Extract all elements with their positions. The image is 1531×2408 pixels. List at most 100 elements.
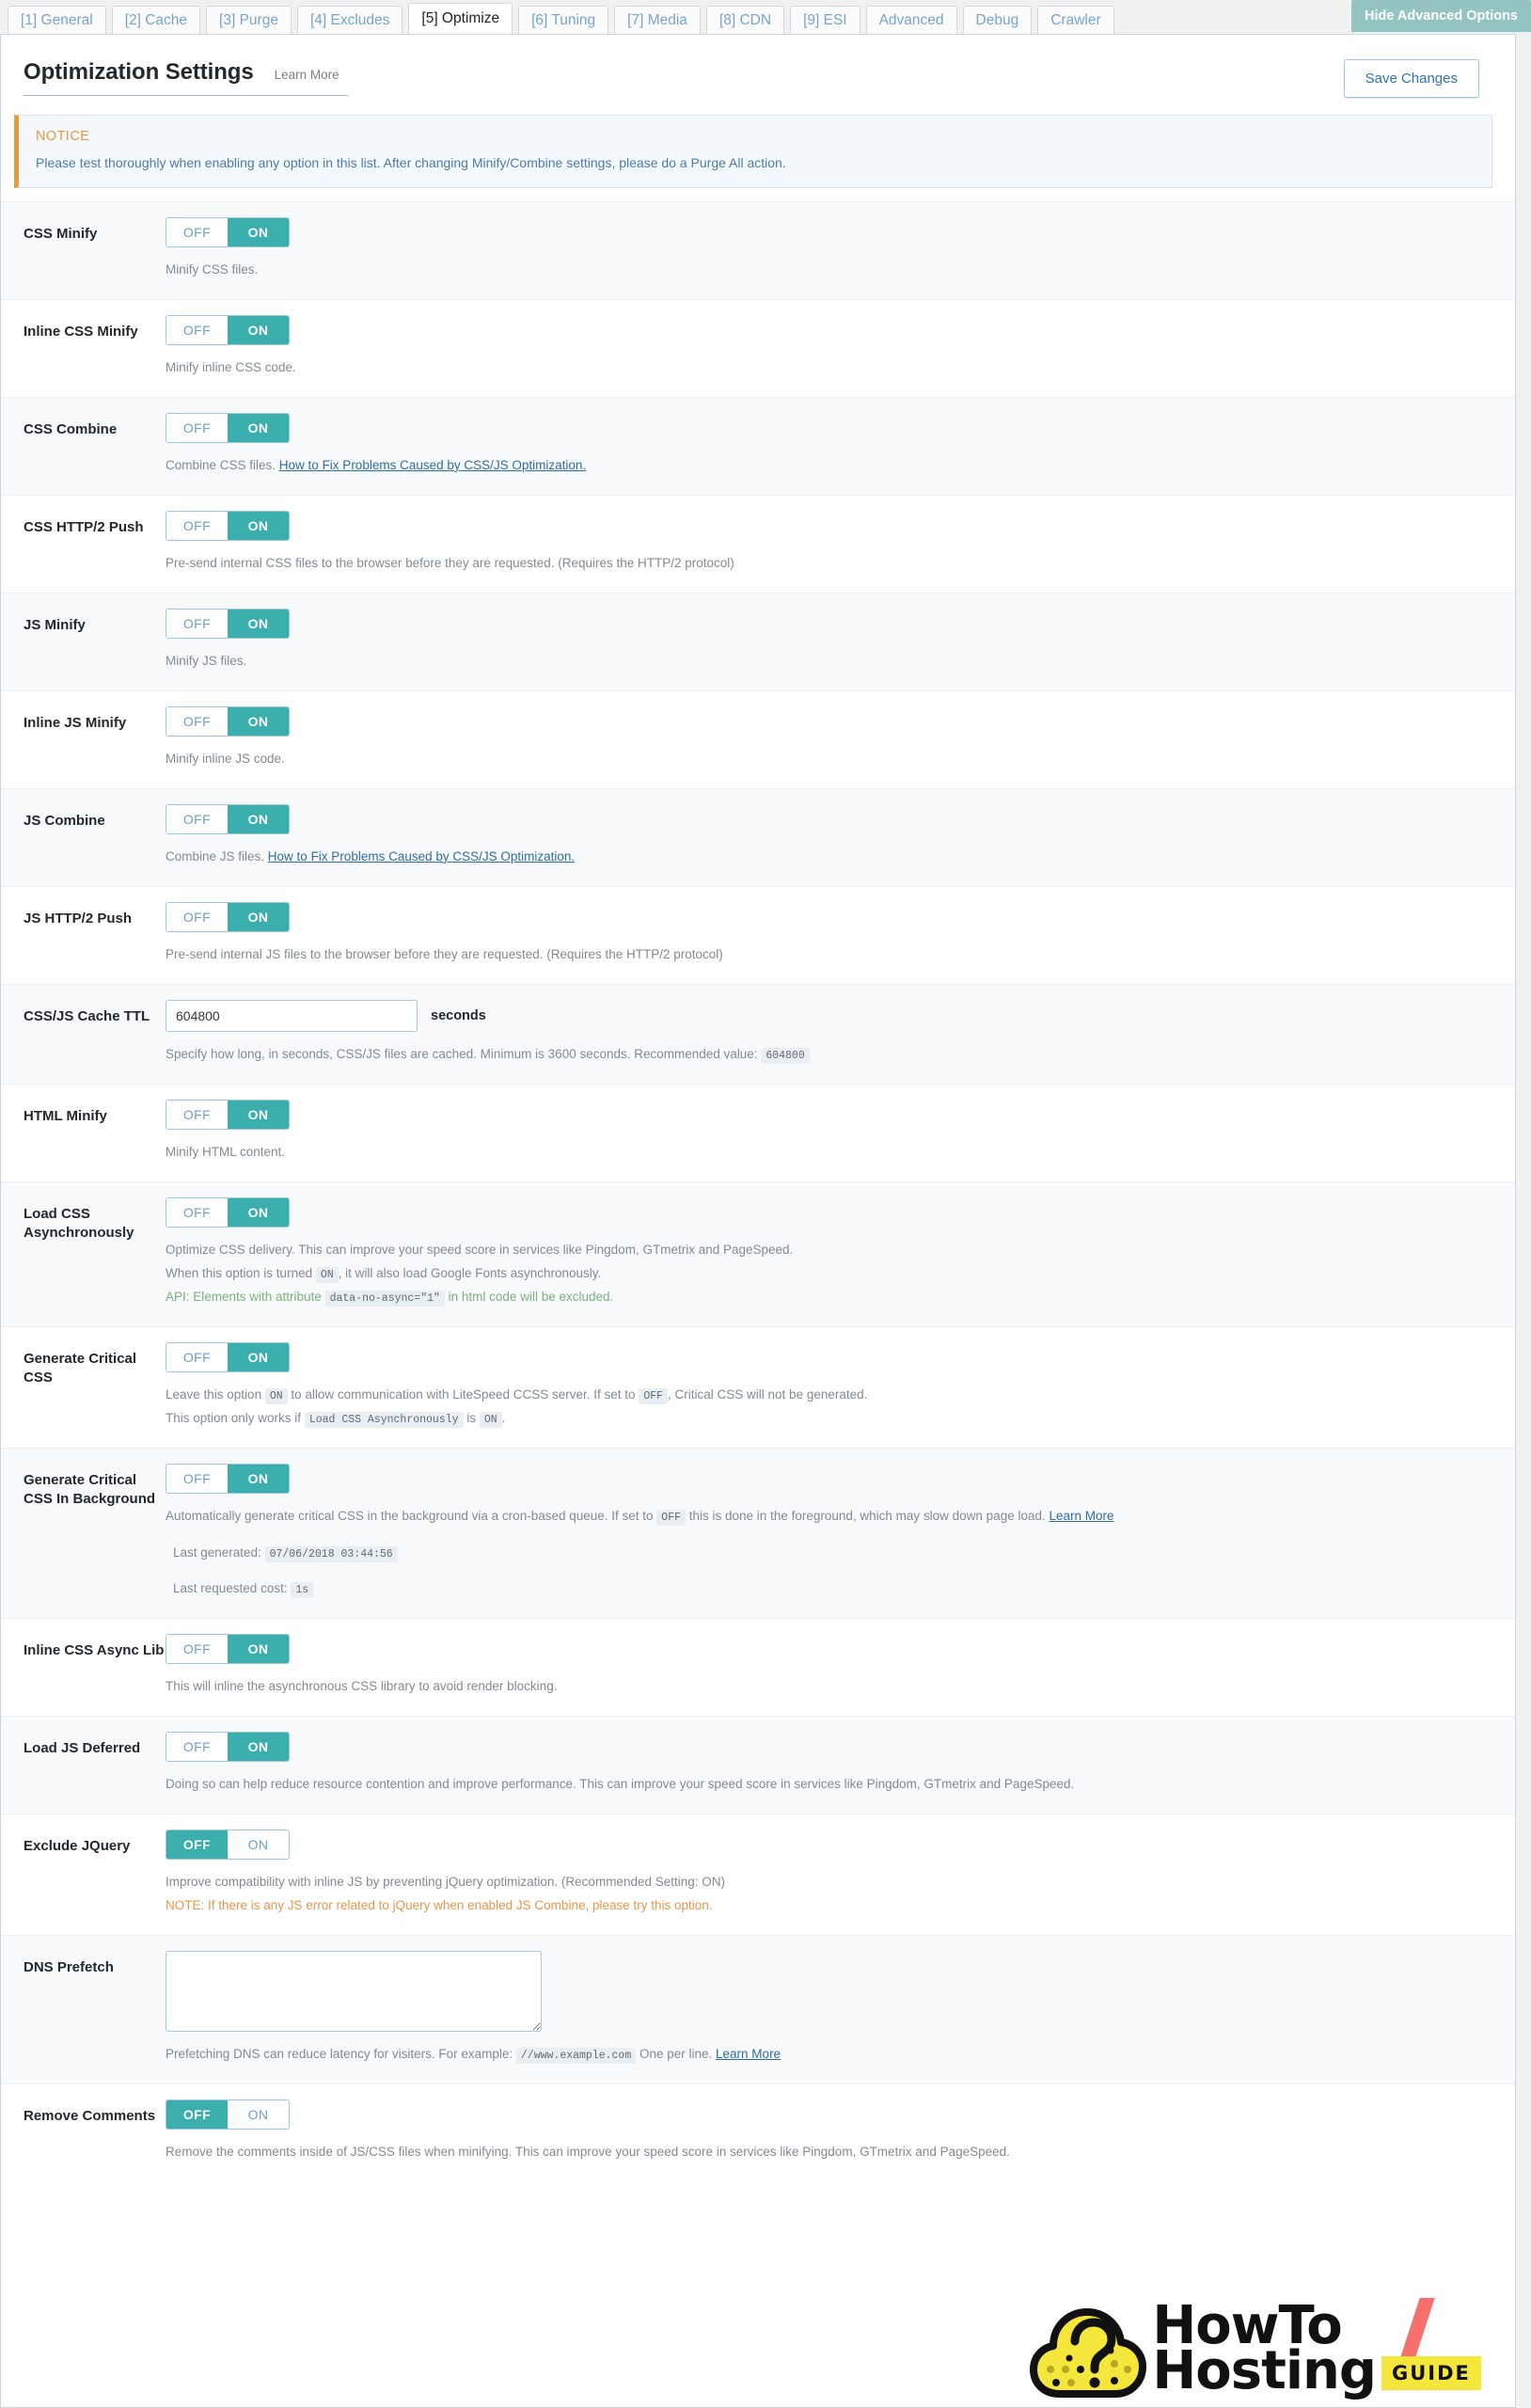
toggle-option-on[interactable]: ON [228, 218, 289, 246]
title-block: Optimization Settings Learn More [24, 59, 348, 96]
toggle-switch[interactable]: OFF ON [166, 803, 290, 834]
toggle-option-off[interactable]: OFF [166, 315, 228, 344]
toggle-option-off[interactable]: OFF [166, 1830, 228, 1860]
tab-debug[interactable]: Debug [962, 6, 1033, 34]
toggle-switch[interactable]: OFF ON [166, 608, 290, 639]
toggle-option-off[interactable]: OFF [166, 706, 228, 736]
desc-line: This will inline the asynchronous CSS li… [166, 1679, 558, 1694]
toggle-option-on[interactable]: ON [228, 706, 289, 736]
tab-4-excludes[interactable]: [4] Excludes [296, 6, 403, 34]
setting-control: OFF ON Automatically generate critical CSS… [166, 1463, 1515, 1602]
tab-2-cache[interactable]: [2] Cache [111, 6, 201, 34]
toggle-switch[interactable]: OFF ON [166, 901, 290, 932]
learn-more-link[interactable]: Learn More [275, 68, 339, 82]
learn-more-link[interactable]: Learn More [1050, 1509, 1114, 1523]
setting-description: Automatically generate critical CSS in t… [166, 1505, 1492, 1602]
toggle-option-off[interactable]: OFF [166, 1464, 228, 1493]
toggle-option-on[interactable]: ON [228, 1635, 289, 1664]
setting-description: Doing so can help reduce resource conten… [166, 1773, 1492, 1797]
toggle-option-off[interactable]: OFF [166, 609, 228, 638]
toggle-option-on[interactable]: ON [228, 2100, 289, 2130]
setting-control: OFF ON Minify CSS files. [166, 217, 1515, 282]
desc-line: Doing so can help reduce resource conten… [166, 1777, 1075, 1792]
toggle-switch[interactable]: OFF ON [166, 314, 290, 345]
toggle-option-on[interactable]: ON [228, 1197, 289, 1227]
setting-control: OFF ON Minify inline JS code. [166, 705, 1515, 771]
inline-code: //www.example.com [515, 2048, 637, 2065]
tab-9-esi[interactable]: [9] ESI [790, 6, 860, 34]
toggle-option-on[interactable]: ON [228, 1733, 289, 1762]
desc-line: Specify how long, in seconds, CSS/JS fil… [166, 1043, 1492, 1067]
hide-advanced-options-button[interactable]: Hide Advanced Options [1350, 0, 1531, 32]
setting-row: JS Combine OFF ON Combine JS files. How to … [1, 787, 1515, 886]
toggle-switch[interactable]: OFF ON [166, 705, 290, 737]
toggle-option-off[interactable]: OFF [166, 511, 228, 540]
toggle-switch[interactable]: OFF ON [166, 1196, 290, 1228]
desc-line: Combine JS files. How to Fix Problems Ca… [166, 848, 576, 863]
logo-guide-badge: GUIDE [1381, 2356, 1481, 2390]
toggle-option-off[interactable]: OFF [166, 1635, 228, 1664]
toggle-option-on[interactable]: ON [228, 609, 289, 638]
tab-3-purge[interactable]: [3] Purge [206, 6, 292, 34]
toggle-switch[interactable]: OFF ON [166, 510, 290, 541]
toggle-option-off[interactable]: OFF [166, 1197, 228, 1227]
toggle-option-on[interactable]: ON [228, 413, 289, 442]
fix-problems-link[interactable]: How to Fix Problems Caused by CSS/JS Opt… [279, 458, 586, 472]
desc-line: Automatically generate critical CSS in t… [166, 1508, 1114, 1526]
tab-advanced[interactable]: Advanced [865, 6, 957, 34]
setting-control: OFF ON Optimize CSS delivery. This can imp… [166, 1196, 1515, 1309]
toggle-switch[interactable]: OFF ON [166, 1732, 290, 1763]
setting-description: Remove the comments inside of JS/CSS fil… [166, 2141, 1492, 2164]
toggle-option-on[interactable]: ON [228, 1342, 289, 1371]
toggle-option-off[interactable]: OFF [166, 2100, 228, 2130]
dns-prefetch-textarea[interactable] [166, 1951, 542, 2033]
setting-description: Combine CSS files. How to Fix Problems C… [166, 454, 1492, 478]
setting-row: CSS Minify OFF ON Minify CSS files. [1, 201, 1515, 299]
toggle-option-off[interactable]: OFF [166, 218, 228, 246]
toggle-switch[interactable]: OFF ON [166, 1099, 290, 1130]
toggle-option-on[interactable]: ON [228, 1830, 289, 1860]
save-changes-button[interactable]: Save Changes [1343, 59, 1479, 98]
toggle-option-on[interactable]: ON [228, 1100, 289, 1129]
ttl-unit-label: seconds [431, 1007, 486, 1023]
tab-crawler[interactable]: Crawler [1037, 6, 1114, 34]
toggle-option-off[interactable]: OFF [166, 902, 228, 931]
toggle-switch[interactable]: OFF ON [166, 412, 290, 443]
toggle-option-off[interactable]: OFF [166, 804, 228, 833]
howtohosting-logo: HowTo Hosting GUIDE [1028, 2296, 1507, 2401]
toggle-switch[interactable]: OFF ON [166, 2099, 290, 2131]
setting-row: Inline JS Minify OFF ON Minify inline JS co… [1, 689, 1515, 788]
toggle-option-on[interactable]: ON [228, 804, 289, 833]
desc-line: Optimize CSS delivery. This can improve … [166, 1242, 794, 1257]
toggle-switch[interactable]: OFF ON [166, 1463, 290, 1494]
tab-5-optimize[interactable]: [5] Optimize [408, 3, 513, 34]
tab-1-general[interactable]: [1] General [8, 6, 106, 34]
tab-8-cdn[interactable]: [8] CDN [705, 6, 785, 34]
last-cost-row: Last requested cost: 1s [166, 1577, 1492, 1601]
setting-label: Exclude JQuery [24, 1838, 131, 1855]
toggle-option-on[interactable]: ON [228, 315, 289, 344]
toggle-option-off[interactable]: OFF [166, 1733, 228, 1762]
setting-control: Prefetching DNS can reduce latency for v… [166, 1951, 1515, 2067]
setting-control: OFF ON This will inline the asynchronous C… [166, 1634, 1515, 1699]
toggle-option-off[interactable]: OFF [166, 413, 228, 442]
toggle-switch[interactable]: OFF ON [166, 1634, 290, 1665]
toggle-switch[interactable]: OFF ON [166, 1830, 290, 1861]
learn-more-link[interactable]: Learn More [716, 2047, 781, 2061]
toggle-switch[interactable]: OFF ON [166, 217, 290, 247]
desc-line: Remove the comments inside of JS/CSS fil… [166, 2145, 1010, 2160]
tab-6-tuning[interactable]: [6] Tuning [518, 6, 609, 34]
setting-description: Specify how long, in seconds, CSS/JS fil… [166, 1043, 1492, 1067]
toggle-option-on[interactable]: ON [228, 511, 289, 540]
setting-description: Pre-send internal JS files to the browse… [166, 943, 1492, 967]
toggle-option-on[interactable]: ON [228, 1464, 289, 1493]
setting-description: Minify CSS files. [166, 259, 1492, 282]
cache-ttl-input[interactable] [166, 999, 418, 1032]
toggle-option-off[interactable]: OFF [166, 1342, 228, 1371]
tab-7-media[interactable]: [7] Media [614, 6, 701, 34]
toggle-switch[interactable]: OFF ON [166, 1341, 290, 1372]
fix-problems-link[interactable]: How to Fix Problems Caused by CSS/JS Opt… [268, 849, 575, 863]
toggle-option-on[interactable]: ON [228, 902, 289, 931]
desc-line: Leave this option ON to allow communicat… [166, 1386, 868, 1404]
toggle-option-off[interactable]: OFF [166, 1100, 228, 1129]
